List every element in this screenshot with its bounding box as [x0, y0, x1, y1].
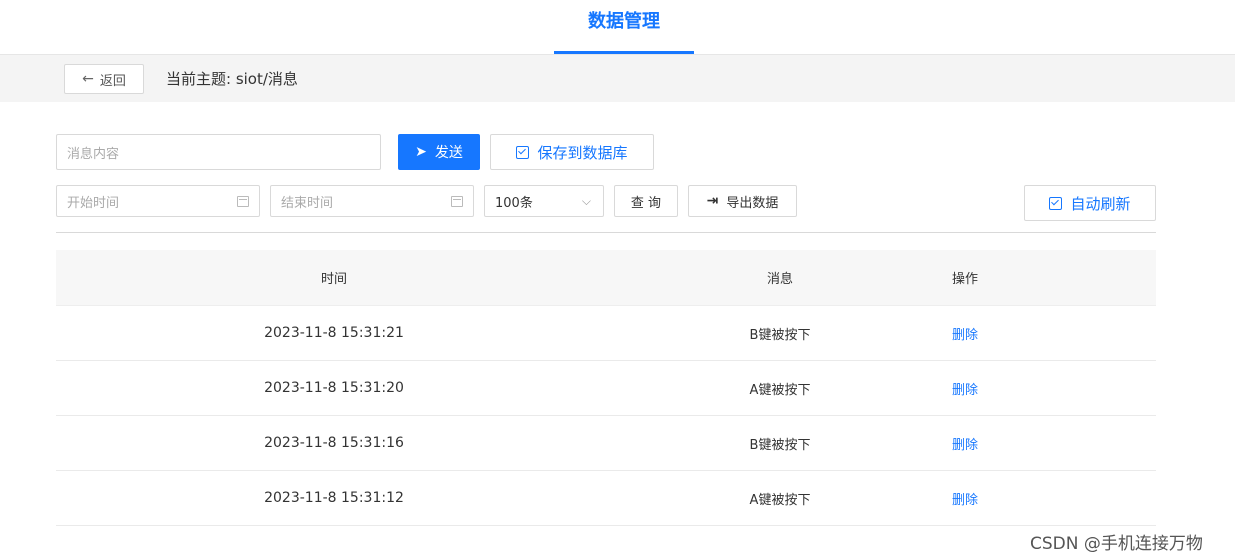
table-row: 2023-11-8 15:31:12 A键被按下 删除: [56, 471, 1156, 526]
header-message: 消息: [766, 272, 793, 287]
table-row: 2023-11-8 15:31:16 B键被按下 删除: [56, 416, 1156, 471]
send-icon: ➤: [415, 144, 427, 160]
auto-refresh-label: 自动刷新: [1070, 194, 1131, 213]
auto-refresh-button[interactable]: 自动刷新: [1024, 185, 1156, 221]
calendar-icon: [451, 195, 463, 207]
row-message: A键被按下: [749, 492, 811, 508]
top-nav: 数据管理: [0, 0, 1235, 55]
topic-bar: ← 返回 当前主题: siot/消息: [0, 55, 1235, 102]
divider: [56, 232, 1156, 233]
header-action: 操作: [951, 272, 978, 287]
row-time: 2023-11-8 15:31:20: [264, 380, 404, 396]
row-message: B键被按下: [749, 437, 811, 453]
watermark: CSDN @手机连接万物: [1030, 534, 1203, 554]
export-button-label: 导出数据: [726, 195, 779, 211]
row-time: 2023-11-8 15:31:12: [264, 490, 404, 506]
message-table: 时间 消息 操作 2023-11-8 15:31:21 B键被按下 删除 202…: [56, 250, 1156, 526]
query-button[interactable]: 查 询: [614, 185, 678, 217]
back-button[interactable]: ← 返回: [64, 64, 144, 94]
row-time: 2023-11-8 15:31:21: [264, 325, 404, 341]
count-select-value: 100条: [495, 195, 533, 211]
save-to-database-button[interactable]: 保存到数据库: [490, 134, 654, 170]
back-button-label: 返回: [99, 73, 126, 89]
message-input[interactable]: 消息内容: [56, 134, 381, 170]
current-topic-label: 当前主题: siot/消息: [166, 70, 298, 88]
count-select[interactable]: 100条 ⌵: [484, 185, 604, 217]
table-row: 2023-11-8 15:31:21 B键被按下 删除: [56, 306, 1156, 361]
chevron-down-icon: ⌵: [581, 193, 591, 208]
message-input-placeholder: 消息内容: [67, 146, 120, 162]
start-time-placeholder: 开始时间: [67, 195, 120, 211]
delete-link[interactable]: 删除: [948, 324, 982, 343]
table-header: 时间 消息 操作: [56, 250, 1156, 306]
row-message: B键被按下: [749, 327, 811, 343]
end-time-picker[interactable]: 结束时间: [270, 185, 474, 217]
row-time: 2023-11-8 15:31:16: [264, 435, 404, 451]
calendar-icon: [237, 195, 249, 207]
tab-data-management[interactable]: 数据管理: [554, 0, 694, 54]
save-button-label: 保存到数据库: [537, 143, 628, 162]
send-button[interactable]: ➤ 发送: [398, 134, 480, 170]
start-time-picker[interactable]: 开始时间: [56, 185, 260, 217]
arrow-left-icon: ←: [82, 71, 94, 87]
checkbox-icon: [516, 145, 530, 159]
row-message: A键被按下: [749, 382, 811, 398]
export-icon: ⇥: [706, 193, 719, 209]
end-time-placeholder: 结束时间: [281, 195, 334, 211]
checkbox-icon: [1049, 196, 1063, 210]
query-button-label: 查 询: [630, 195, 662, 211]
header-time: 时间: [320, 272, 347, 287]
export-data-button[interactable]: ⇥ 导出数据: [688, 185, 797, 217]
table-row: 2023-11-8 15:31:20 A键被按下 删除: [56, 361, 1156, 416]
send-button-label: 发送: [434, 145, 463, 161]
delete-link[interactable]: 删除: [948, 379, 982, 398]
delete-link[interactable]: 删除: [948, 489, 982, 508]
delete-link[interactable]: 删除: [948, 434, 982, 453]
active-tab-indicator: [554, 51, 694, 54]
